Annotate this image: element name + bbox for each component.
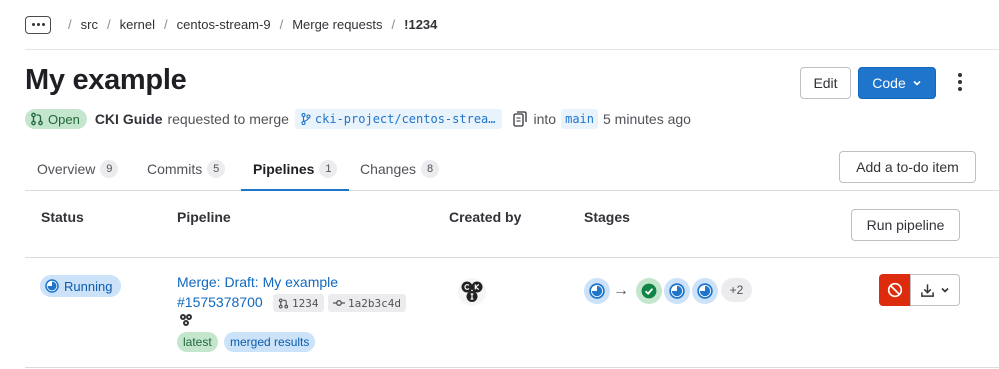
merge-request-icon (31, 112, 43, 126)
run-pipeline-label: Run pipeline (866, 217, 945, 233)
breadcrumb: / src / kernel / centos-stream-9 / Merge… (25, 0, 999, 50)
tab-count: 9 (100, 160, 119, 178)
cancel-pipeline-button[interactable] (879, 274, 911, 306)
breadcrumb-item-src[interactable]: src (81, 17, 98, 32)
table-divider (25, 367, 999, 368)
label-latest: latest (177, 332, 218, 352)
source-branch-label: cki-project/centos-strea… (314, 112, 496, 126)
tab-pipelines[interactable]: Pipelines 1 (241, 148, 350, 191)
pipeline-status-badge[interactable]: Running (40, 275, 122, 297)
tab-count: 1 (319, 159, 338, 178)
merge-request-ref[interactable]: 1234 (273, 294, 324, 312)
page-title: My example (25, 64, 187, 96)
commit-sha[interactable]: 1a2b3c4d (328, 294, 406, 312)
breadcrumb-separator: / (164, 17, 168, 32)
edit-button[interactable]: Edit (800, 67, 851, 99)
code-button-label: Code (872, 75, 906, 91)
author-link[interactable]: CKI Guide (95, 111, 163, 127)
tab-overview[interactable]: Overview 9 (25, 148, 130, 190)
breadcrumb-separator: / (391, 17, 396, 32)
breadcrumb-item-current[interactable]: !1234 (404, 17, 437, 32)
tab-label: Overview (37, 161, 96, 177)
branch-icon (301, 113, 311, 125)
column-header-pipeline: Pipeline (177, 209, 231, 225)
add-todo-button[interactable]: Add a to-do item (839, 151, 976, 183)
chevron-down-icon (941, 287, 949, 293)
breadcrumb-item-kernel[interactable]: kernel (120, 17, 155, 32)
stage-running-icon[interactable] (664, 278, 690, 304)
bot-avatar[interactable] (178, 312, 194, 328)
code-dropdown-button[interactable]: Code (858, 67, 936, 99)
label-merged-results: merged results (224, 332, 316, 352)
tab-count: 5 (207, 160, 226, 178)
more-actions-icon[interactable] (955, 73, 965, 93)
add-todo-label: Add a to-do item (856, 159, 959, 175)
commit-icon (333, 300, 345, 306)
tab-label: Pipelines (253, 160, 315, 177)
stage-success-icon[interactable] (636, 278, 662, 304)
merge-request-ref-label: 1234 (292, 296, 319, 310)
more-stages-badge[interactable]: +2 (721, 278, 752, 302)
column-header-created-by: Created by (449, 209, 522, 225)
breadcrumb-item-merge-requests[interactable]: Merge requests (292, 17, 382, 32)
breadcrumb-item-project[interactable]: centos-stream-9 (177, 17, 271, 32)
tab-label: Commits (147, 161, 203, 177)
breadcrumb-separator: / (279, 17, 284, 32)
into-text: into (533, 111, 557, 127)
creator-avatar[interactable] (457, 277, 487, 307)
column-header-stages: Stages (584, 209, 630, 225)
pipeline-status-label: Running (64, 278, 113, 294)
copy-icon[interactable] (512, 111, 527, 127)
breadcrumb-separator: / (106, 17, 111, 32)
pipeline-title-link[interactable]: Merge: Draft: My example (177, 274, 338, 290)
cancel-icon (887, 282, 903, 298)
merge-request-icon (278, 297, 289, 309)
edit-button-label: Edit (813, 75, 838, 91)
source-branch-link[interactable]: cki-project/centos-strea… (294, 109, 502, 129)
download-icon (921, 283, 934, 297)
time-ago: 5 minutes ago (603, 111, 691, 127)
stage-running-icon[interactable] (584, 278, 610, 304)
tab-changes[interactable]: Changes 8 (348, 148, 451, 190)
arrow-right-icon: → (613, 282, 629, 299)
run-pipeline-button[interactable]: Run pipeline (851, 209, 960, 241)
tab-commits[interactable]: Commits 5 (135, 148, 237, 190)
status-running-icon (45, 279, 59, 293)
commit-sha-label: 1a2b3c4d (348, 296, 401, 310)
status-badge: Open (25, 109, 87, 129)
breadcrumb-separator: / (68, 17, 72, 32)
stage-running-icon[interactable] (692, 278, 718, 304)
status-badge-label: Open (48, 111, 80, 127)
target-branch-link[interactable]: main (561, 109, 598, 129)
requested-text: requested to merge (167, 111, 289, 127)
tab-count: 8 (421, 160, 440, 178)
download-artifacts-dropdown[interactable] (910, 274, 960, 306)
pipeline-id-link[interactable]: #1575378700 (177, 294, 263, 310)
chevron-down-icon (913, 80, 921, 86)
column-header-status: Status (41, 209, 84, 225)
breadcrumb-expand-button[interactable] (25, 15, 51, 34)
table-divider (25, 257, 999, 258)
tab-label: Changes (360, 161, 417, 177)
mr-meta-line: Open CKI Guide requested to merge cki-pr… (25, 108, 691, 130)
